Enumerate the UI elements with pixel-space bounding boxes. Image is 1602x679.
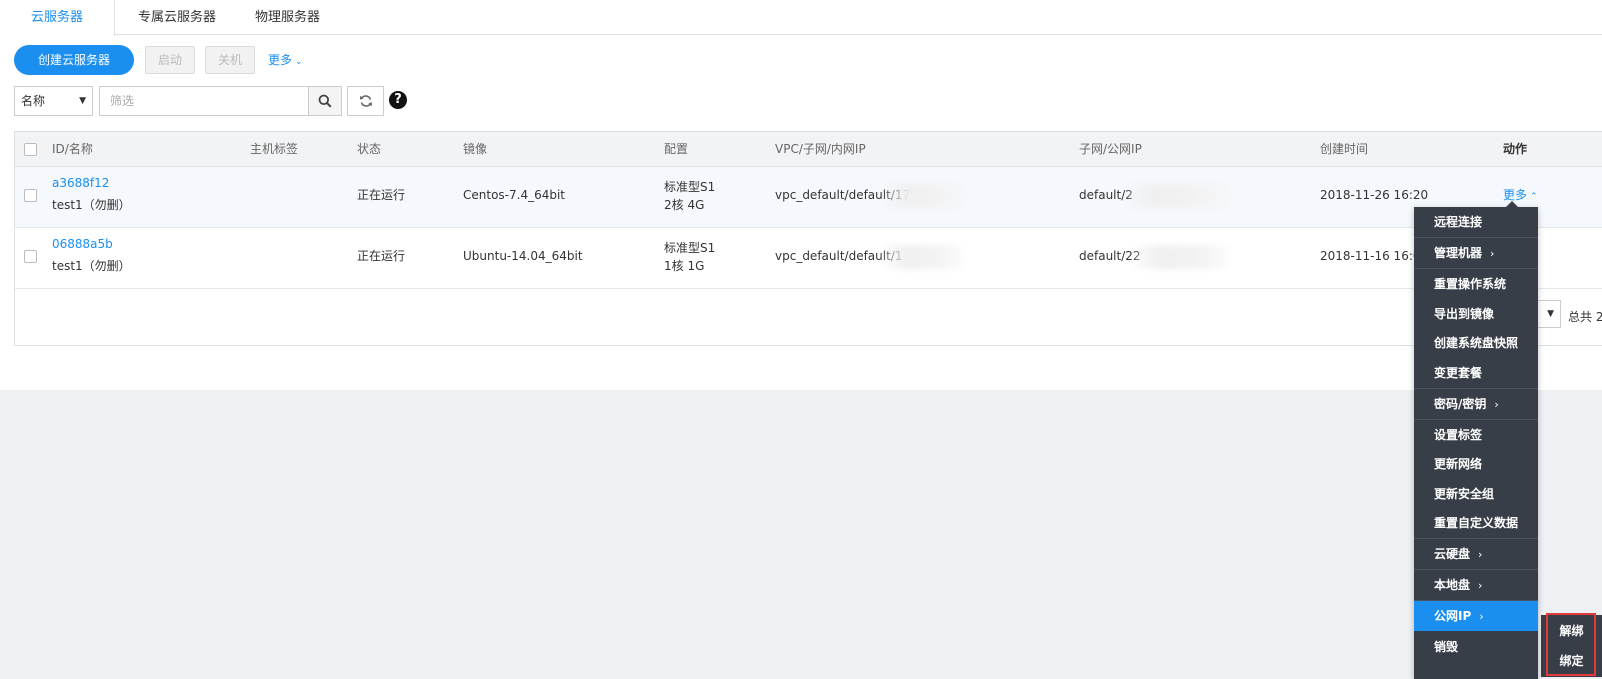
menu-item-label: 销毁 (1434, 640, 1459, 654)
subnet-text: default/2 (1079, 188, 1133, 202)
menu-item-label: 公网IP (1434, 609, 1472, 623)
search-button[interactable] (308, 86, 342, 116)
image-text: Centos-7.4_64bit (463, 188, 566, 202)
menu-item-export-image[interactable]: 导出到镜像 (1414, 299, 1538, 329)
help-icon[interactable]: ? (389, 91, 407, 109)
search-icon (318, 94, 332, 108)
submenu-item-bind[interactable]: 绑定 (1541, 646, 1602, 676)
tab-dedicated-cloud-server[interactable]: 专属云服务器 (120, 0, 234, 35)
table-header: ID/名称 主机标签 状态 镜像 配置 VPC/子网/内网IP 子网/公网IP … (15, 132, 1602, 167)
tab-physical-server[interactable]: 物理服务器 (240, 0, 335, 35)
header-subnet-public-ip: 子网/公网IP (1079, 142, 1142, 156)
menu-item-update-network[interactable]: 更新网络 (1414, 449, 1538, 479)
tab-cloud-server[interactable]: 云服务器 (0, 0, 115, 36)
header-created-time: 创建时间 (1320, 142, 1369, 156)
menu-item-reset-custom-data[interactable]: 重置自定义数据 (1414, 508, 1538, 538)
menu-item-label: 导出到镜像 (1434, 307, 1495, 321)
redacted-ip (1133, 245, 1229, 269)
chevron-down-icon: ⌄ (295, 57, 303, 67)
instance-name: test1（勿删） (52, 198, 131, 212)
menu-item-label: 本地盘 (1434, 578, 1471, 592)
menu-item-label: 更新安全组 (1434, 487, 1495, 501)
caret-down-icon: ▼ (1547, 309, 1554, 319)
more-actions-menu: 远程连接 管理机器 › 重置操作系统 导出到镜像 创建系统盘快照 变更套餐 密码/… (1414, 201, 1538, 679)
redacted-ip (883, 245, 963, 269)
chevron-right-icon: › (1478, 579, 1483, 592)
menu-item-label: 重置操作系统 (1434, 277, 1507, 291)
config-type: 标准型S1 (664, 180, 716, 194)
created-time: 2018-11-26 16:20 (1320, 188, 1429, 202)
menu-item-label: 云硬盘 (1434, 547, 1471, 561)
menu-item-label: 重置自定义数据 (1434, 516, 1519, 530)
submenu-item-unbind[interactable]: 解绑 (1541, 616, 1602, 646)
redacted-ip (885, 184, 963, 208)
menu-item-set-tags[interactable]: 设置标签 (1414, 420, 1538, 450)
search-input[interactable] (99, 86, 309, 116)
config-spec: 1核 1G (664, 259, 705, 273)
menu-item-destroy[interactable]: 销毁 (1414, 632, 1538, 662)
public-ip-submenu: 解绑 绑定 (1541, 615, 1602, 677)
status-text: 正在运行 (357, 188, 406, 202)
chevron-up-icon: ⌃ (1530, 192, 1538, 202)
menu-item-label: 管理机器 (1434, 246, 1483, 260)
tab-bar: 云服务器 专属云服务器 物理服务器 (0, 0, 1602, 36)
chevron-right-icon: › (1494, 398, 1499, 411)
config-type: 标准型S1 (664, 241, 716, 255)
start-button[interactable]: 启动 (145, 46, 195, 74)
menu-item-update-security-group[interactable]: 更新安全组 (1414, 479, 1538, 509)
toolbar-more-label: 更多 (268, 53, 293, 67)
created-time: 2018-11-16 16:07 (1320, 249, 1429, 263)
chevron-right-icon: › (1490, 247, 1495, 260)
header-config: 配置 (664, 142, 689, 156)
menu-item-label: 密码/密钥 (1434, 397, 1487, 411)
menu-item-label: 创建系统盘快照 (1434, 336, 1519, 350)
table-row: a3688f12 test1（勿删） 正在运行 Centos-7.4_64bit… (15, 167, 1602, 228)
menu-item-label: 远程连接 (1434, 215, 1483, 229)
instance-name: test1（勿删） (52, 259, 131, 273)
menu-item-local-disk[interactable]: 本地盘 › (1414, 570, 1538, 600)
header-id-name: ID/名称 (52, 142, 93, 156)
instance-id-link[interactable]: a3688f12 (52, 173, 109, 193)
menu-item-manage-machine[interactable]: 管理机器 › (1414, 238, 1538, 268)
row-checkbox[interactable] (24, 189, 37, 202)
server-table: ID/名称 主机标签 状态 镜像 配置 VPC/子网/内网IP 子网/公网IP … (14, 131, 1602, 346)
select-all-checkbox[interactable] (24, 143, 37, 156)
header-image: 镜像 (463, 142, 488, 156)
filter-field-select[interactable]: 名称 ▼ (14, 86, 93, 116)
header-vpc: VPC/子网/内网IP (775, 142, 866, 156)
status-text: 正在运行 (357, 249, 406, 263)
menu-item-cloud-disk[interactable]: 云硬盘 › (1414, 539, 1538, 569)
header-status: 状态 (357, 142, 382, 156)
shutdown-button[interactable]: 关机 (205, 46, 255, 74)
chevron-right-icon: › (1479, 610, 1484, 623)
refresh-button[interactable] (347, 86, 384, 116)
redacted-ip (1127, 184, 1229, 208)
menu-item-public-ip[interactable]: 公网IP › (1414, 601, 1538, 631)
menu-item-reset-os[interactable]: 重置操作系统 (1414, 269, 1538, 299)
chevron-right-icon: › (1478, 548, 1483, 561)
row-more-label: 更多 (1503, 188, 1528, 202)
menu-item-change-plan[interactable]: 变更套餐 (1414, 358, 1538, 388)
filter-field-value: 名称 (21, 94, 46, 108)
subnet-text: default/22 (1079, 249, 1141, 263)
toolbar-more-button[interactable]: 更多 ⌄ (268, 45, 303, 75)
config-spec: 2核 4G (664, 198, 705, 212)
refresh-icon (359, 95, 372, 107)
menu-item-password-key[interactable]: 密码/密钥 › (1414, 389, 1538, 419)
instance-id-link[interactable]: 06888a5b (52, 234, 113, 254)
caret-down-icon: ▼ (79, 96, 86, 106)
menu-item-label: 更新网络 (1434, 457, 1483, 471)
table-row: 06888a5b test1（勿删） 正在运行 Ubuntu-14.04_64b… (15, 228, 1602, 289)
menu-item-create-snapshot[interactable]: 创建系统盘快照 (1414, 328, 1538, 358)
menu-item-remote-connect[interactable]: 远程连接 (1414, 207, 1538, 237)
header-action: 动作 (1503, 142, 1528, 156)
create-server-button[interactable]: 创建云服务器 (14, 45, 134, 75)
row-checkbox[interactable] (24, 250, 37, 263)
pagination-total: 总共 2 (1568, 310, 1602, 324)
menu-item-label: 设置标签 (1434, 428, 1483, 442)
menu-item-label: 变更套餐 (1434, 366, 1483, 380)
image-text: Ubuntu-14.04_64bit (463, 249, 583, 263)
header-host-tag: 主机标签 (250, 142, 299, 156)
